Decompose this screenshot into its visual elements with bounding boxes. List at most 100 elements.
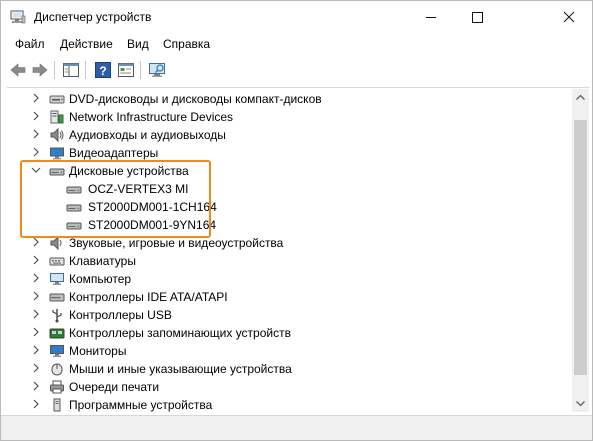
tree-item-keyboards[interactable]: Клавиатуры — [7, 252, 567, 270]
properties-icon — [118, 63, 134, 77]
tree-item-label: Аудиовходы и аудиовыходы — [69, 128, 226, 142]
minimize-icon — [426, 17, 436, 18]
storage-controller-icon — [49, 328, 65, 339]
tree-child-st2000dm001-9yn164[interactable]: ST2000DM001-9YN164 — [7, 216, 567, 234]
chevron-right-icon[interactable] — [31, 399, 41, 409]
tree-item-label: Очереди печати — [69, 380, 160, 394]
menu-help[interactable]: Справка — [163, 37, 210, 51]
tree-item-label: Клавиатуры — [69, 254, 136, 268]
tree-item-label: DVD-дисководы и дисководы компакт-дисков — [69, 92, 322, 106]
menu-file[interactable]: Файл — [15, 37, 45, 51]
maximize-button[interactable] — [454, 1, 500, 33]
chevron-right-icon[interactable] — [31, 345, 41, 355]
device-tree[interactable]: DVD-дисководы и дисководы компакт-дисков… — [7, 87, 590, 415]
scroll-up-icon[interactable] — [572, 89, 589, 106]
tree-item-label: Мыши и иные указывающие устройства — [69, 362, 292, 376]
scrollbar-thumb[interactable] — [574, 120, 587, 375]
show-hide-console-tree-icon — [63, 63, 79, 77]
minimize-button[interactable] — [408, 1, 454, 33]
disk-drive-icon — [66, 186, 82, 194]
chevron-right-icon[interactable] — [31, 381, 41, 391]
dvd-drive-icon — [49, 95, 65, 104]
tree-item-storage-controllers[interactable]: Контроллеры запоминающих устройств — [7, 324, 567, 342]
speaker-icon — [50, 127, 64, 143]
chevron-right-icon[interactable] — [31, 327, 41, 337]
chevron-right-icon[interactable] — [31, 237, 41, 247]
chevron-right-icon[interactable] — [31, 147, 41, 157]
toolbar-separator — [85, 61, 86, 79]
sound-device-icon — [50, 235, 62, 251]
printer-icon — [50, 380, 64, 394]
tree-item-network-infrastructure[interactable]: Network Infrastructure Devices — [7, 108, 567, 126]
maximize-icon — [472, 12, 483, 23]
usb-icon — [52, 309, 62, 323]
tree-child-ocz-vertex3[interactable]: OCZ-VERTEX3 MI — [7, 180, 567, 198]
properties-button[interactable] — [116, 60, 136, 80]
tree-item-disk-drives[interactable]: Дисковые устройства — [7, 162, 567, 180]
forward-arrow-icon — [32, 63, 48, 77]
tree-item-label: ST2000DM001-1CH164 — [88, 200, 217, 214]
chevron-right-icon[interactable] — [31, 291, 41, 301]
tree-item-label: Звуковые, игровые и видеоустройства — [69, 236, 284, 250]
tree-item-print-queues[interactable]: Очереди печати — [7, 378, 567, 396]
chevron-right-icon[interactable] — [31, 309, 41, 319]
toolbar: ? — [1, 57, 592, 83]
tree-item-label: OCZ-VERTEX3 MI — [88, 182, 189, 196]
close-button[interactable] — [546, 1, 592, 33]
tree-item-ide-controllers[interactable]: Контроллеры IDE ATA/ATAPI — [7, 288, 567, 306]
back-arrow-icon — [10, 63, 26, 77]
window-title: Диспетчер устройств — [34, 10, 152, 24]
tree-item-label: Видеоадаптеры — [69, 146, 159, 160]
chevron-right-icon[interactable] — [31, 363, 41, 373]
forward-button[interactable] — [30, 60, 50, 80]
tree-item-label: ST2000DM001-9YN164 — [88, 218, 217, 232]
tree-item-label: Контроллеры IDE ATA/ATAPI — [69, 290, 228, 304]
tree-item-dvd-drives[interactable]: DVD-дисководы и дисководы компакт-дисков — [7, 90, 567, 108]
chevron-right-icon[interactable] — [31, 255, 41, 265]
chevron-right-icon[interactable] — [31, 273, 41, 283]
title-bar[interactable]: Диспетчер устройств — [1, 1, 592, 33]
disk-drive-icon — [49, 168, 65, 176]
mouse-icon — [51, 363, 63, 376]
tree-item-mice[interactable]: Мыши и иные указывающие устройства — [7, 360, 567, 378]
tree-item-label: Компьютер — [69, 272, 132, 286]
show-hide-console-tree-button[interactable] — [61, 60, 81, 80]
device-manager-window: Диспетчер устройств Файл Действие Вид Сп… — [0, 0, 593, 441]
scan-hardware-button[interactable] — [147, 60, 167, 80]
scroll-down-icon[interactable] — [572, 395, 589, 412]
help-button[interactable]: ? — [93, 60, 113, 80]
tree-item-label: Программные устройства — [69, 398, 213, 412]
tree-item-label: Контроллеры USB — [69, 308, 172, 322]
tree-item-audio-inputs-outputs[interactable]: Аудиовходы и аудиовыходы — [7, 126, 567, 144]
chevron-right-icon[interactable] — [31, 111, 41, 121]
device-manager-app-icon — [10, 10, 26, 24]
tree-item-monitors[interactable]: Мониторы — [7, 342, 567, 360]
tree-item-label: Дисковые устройства — [69, 164, 189, 178]
menu-view[interactable]: Вид — [127, 37, 149, 51]
network-infrastructure-icon — [50, 110, 64, 124]
svg-text:?: ? — [99, 64, 106, 78]
chevron-right-icon[interactable] — [31, 129, 41, 139]
tree-item-computer[interactable]: Компьютер — [7, 270, 567, 288]
tree-item-label: Network Infrastructure Devices — [69, 110, 234, 124]
menu-action[interactable]: Действие — [60, 37, 113, 51]
software-device-icon — [53, 398, 61, 412]
chevron-right-icon[interactable] — [31, 93, 41, 103]
vertical-scrollbar[interactable] — [572, 89, 589, 412]
chevron-down-icon[interactable] — [31, 165, 41, 175]
computer-icon — [50, 273, 64, 285]
tree-child-st2000dm001-1ch164[interactable]: ST2000DM001-1CH164 — [7, 198, 567, 216]
toolbar-separator — [54, 61, 55, 79]
close-icon — [563, 11, 575, 23]
tree-item-software-devices[interactable]: Программные устройства — [7, 396, 567, 414]
keyboard-icon — [49, 257, 65, 266]
back-button[interactable] — [8, 60, 28, 80]
disk-drive-icon — [66, 222, 82, 230]
tree-item-sound-video-game[interactable]: Звуковые, игровые и видеоустройства — [7, 234, 567, 252]
status-bar — [1, 415, 592, 440]
tree-item-display-adapters[interactable]: Видеоадаптеры — [7, 144, 567, 162]
monitor-icon — [50, 345, 64, 357]
disk-drive-icon — [66, 204, 82, 212]
tree-item-usb-controllers[interactable]: Контроллеры USB — [7, 306, 567, 324]
tree-item-label: Контроллеры запоминающих устройств — [69, 326, 291, 340]
